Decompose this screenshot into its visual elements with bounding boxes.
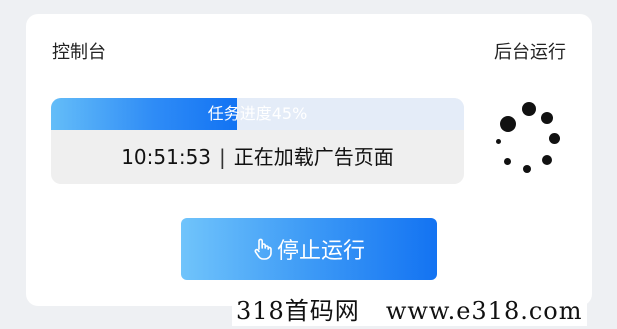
hand-pointer-icon [253,237,273,261]
spinner-dot [496,139,501,144]
spinner-dot [541,112,553,124]
spinner-dot [500,116,516,132]
status-time: 10:51:53 [121,145,212,169]
spinner-dot [542,155,552,165]
spinner-dot [522,102,536,116]
stop-button-label: 停止运行 [276,239,365,264]
spinner-dot [523,165,531,173]
status-separator: | [219,145,226,169]
spinner-dot [504,158,511,165]
background-run-button[interactable]: 后台运行 [494,38,566,64]
page: 控制台 后台运行 任务进度45% 10:51:53 | 正在加载广告页面 停止运… [0,0,617,329]
status-line: 10:51:53 | 正在加载广告页面 [51,130,464,184]
spinner-dot [549,133,560,144]
status-text: 正在加载广告页面 [233,145,394,169]
task-progress-panel: 任务进度45% 10:51:53 | 正在加载广告页面 [51,98,464,184]
console-card: 控制台 后台运行 任务进度45% 10:51:53 | 正在加载广告页面 停止运… [26,14,592,306]
watermark-site-name: 318首码网 [236,297,360,325]
progress-bar: 任务进度45% [51,98,464,130]
loading-spinner-icon [492,102,564,182]
progress-label: 任务进度45% [207,104,308,123]
watermark-url: www.e318.com [385,297,583,325]
stop-button[interactable]: 停止运行 [181,218,437,280]
watermark: 318首码网 www.e318.com [232,296,587,326]
page-title: 控制台 [52,42,106,63]
